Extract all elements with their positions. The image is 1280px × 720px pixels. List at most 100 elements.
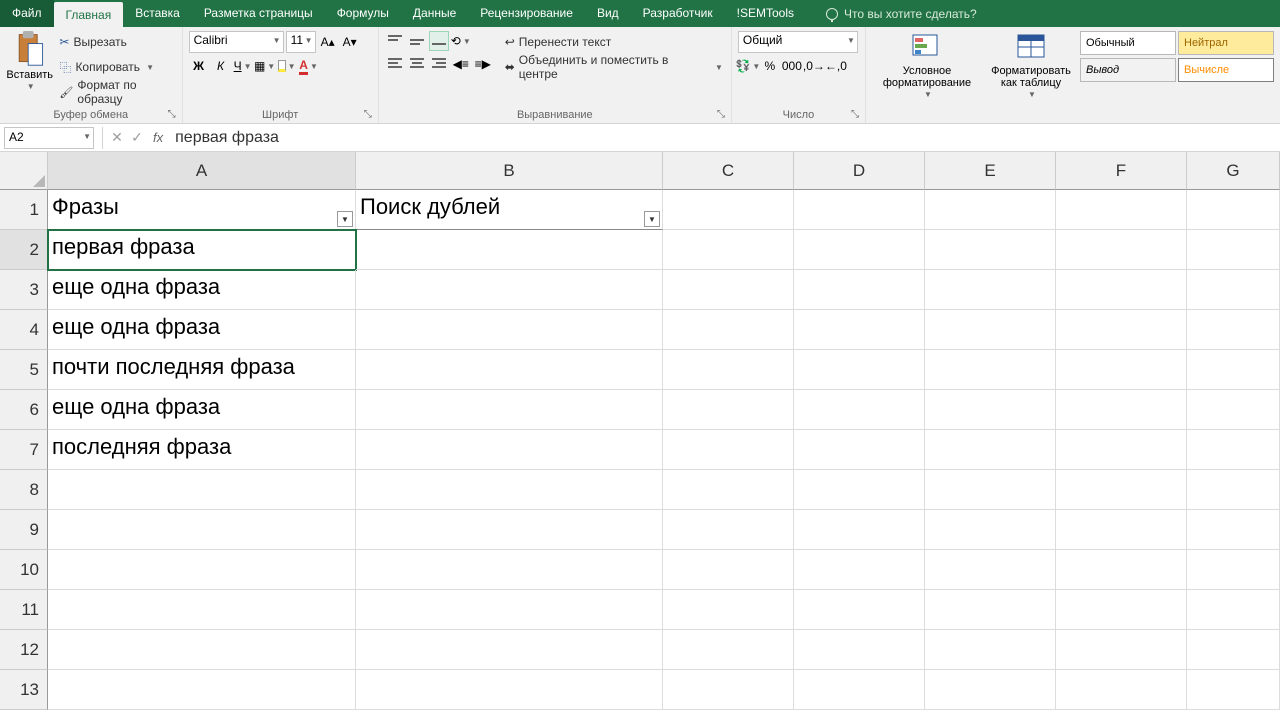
cell-A2[interactable]: первая фраза <box>48 230 356 270</box>
cell-G12[interactable] <box>1187 630 1280 670</box>
cell-F9[interactable] <box>1056 510 1187 550</box>
cell-D13[interactable] <box>794 670 925 710</box>
cell-D3[interactable] <box>794 270 925 310</box>
row-header-5[interactable]: 5 <box>0 350 48 390</box>
cell-B9[interactable] <box>356 510 663 550</box>
cell-E9[interactable] <box>925 510 1056 550</box>
cell-B12[interactable] <box>356 630 663 670</box>
cell-E12[interactable] <box>925 630 1056 670</box>
cell-D1[interactable] <box>794 190 925 230</box>
cell-A12[interactable] <box>48 630 356 670</box>
column-header-F[interactable]: F <box>1056 152 1187 190</box>
row-header-4[interactable]: 4 <box>0 310 48 350</box>
cancel-formula-button[interactable]: ✕ <box>107 129 127 146</box>
cell-F12[interactable] <box>1056 630 1187 670</box>
cell-G8[interactable] <box>1187 470 1280 510</box>
format-painter-button[interactable]: Формат по образцу <box>57 81 175 103</box>
cell-C3[interactable] <box>663 270 794 310</box>
clipboard-dialog-launcher[interactable]: ⤡ <box>168 109 180 121</box>
row-header-1[interactable]: 1 <box>0 190 48 230</box>
cell-B7[interactable] <box>356 430 663 470</box>
cell-C5[interactable] <box>663 350 794 390</box>
italic-button[interactable]: К <box>211 56 231 76</box>
increase-decimal-button[interactable]: ,0→ <box>804 56 824 76</box>
font-name-combo[interactable]: Calibri▼ <box>189 31 284 53</box>
tab-page-layout[interactable]: Разметка страницы <box>192 0 325 27</box>
cell-C7[interactable] <box>663 430 794 470</box>
fill-color-button[interactable]: ▼ <box>277 56 297 76</box>
row-header-6[interactable]: 6 <box>0 390 48 430</box>
bold-button[interactable]: Ж <box>189 56 209 76</box>
row-header-9[interactable]: 9 <box>0 510 48 550</box>
row-header-3[interactable]: 3 <box>0 270 48 310</box>
cell-C12[interactable] <box>663 630 794 670</box>
cell-G7[interactable] <box>1187 430 1280 470</box>
cell-E4[interactable] <box>925 310 1056 350</box>
cell-D7[interactable] <box>794 430 925 470</box>
cell-D10[interactable] <box>794 550 925 590</box>
column-header-B[interactable]: B <box>356 152 663 190</box>
fx-icon[interactable]: fx <box>153 130 163 145</box>
cell-B3[interactable] <box>356 270 663 310</box>
style-neutral[interactable]: Нейтрал <box>1178 31 1274 55</box>
number-dialog-launcher[interactable]: ⤡ <box>851 109 863 121</box>
select-all-corner[interactable] <box>0 152 48 190</box>
row-header-8[interactable]: 8 <box>0 470 48 510</box>
style-output[interactable]: Вывод <box>1080 58 1176 82</box>
cell-D8[interactable] <box>794 470 925 510</box>
cell-D9[interactable] <box>794 510 925 550</box>
cell-E11[interactable] <box>925 590 1056 630</box>
cell-C10[interactable] <box>663 550 794 590</box>
cell-E8[interactable] <box>925 470 1056 510</box>
row-header-10[interactable]: 10 <box>0 550 48 590</box>
percent-button[interactable]: % <box>760 56 780 76</box>
cell-A8[interactable] <box>48 470 356 510</box>
name-box[interactable]: A2▼ <box>4 127 94 149</box>
cell-C8[interactable] <box>663 470 794 510</box>
cell-C6[interactable] <box>663 390 794 430</box>
comma-style-button[interactable]: 000 <box>782 56 802 76</box>
increase-indent-button[interactable]: ≡▶ <box>473 54 493 74</box>
cell-G2[interactable] <box>1187 230 1280 270</box>
cell-D5[interactable] <box>794 350 925 390</box>
accept-formula-button[interactable]: ✓ <box>127 129 147 146</box>
cell-D11[interactable] <box>794 590 925 630</box>
cell-F3[interactable] <box>1056 270 1187 310</box>
cell-G1[interactable] <box>1187 190 1280 230</box>
cell-B1[interactable]: Поиск дублей▼ <box>356 190 663 230</box>
cell-E3[interactable] <box>925 270 1056 310</box>
cell-B11[interactable] <box>356 590 663 630</box>
cell-C2[interactable] <box>663 230 794 270</box>
format-as-table-button[interactable]: Форматировать как таблицу▼ <box>986 31 1076 100</box>
tab-view[interactable]: Вид <box>585 0 631 27</box>
alignment-dialog-launcher[interactable]: ⤡ <box>717 109 729 121</box>
cell-B13[interactable] <box>356 670 663 710</box>
row-header-13[interactable]: 13 <box>0 670 48 710</box>
tab-developer[interactable]: Разработчик <box>631 0 725 27</box>
cell-B2[interactable] <box>356 230 663 270</box>
decrease-indent-button[interactable]: ◀≡ <box>451 54 471 74</box>
cell-D4[interactable] <box>794 310 925 350</box>
cell-A5[interactable]: почти последняя фраза <box>48 350 356 390</box>
tab-formulas[interactable]: Формулы <box>325 0 401 27</box>
row-header-11[interactable]: 11 <box>0 590 48 630</box>
column-header-C[interactable]: C <box>663 152 794 190</box>
filter-button-A[interactable]: ▼ <box>337 211 353 227</box>
tab-home[interactable]: Главная <box>54 2 124 27</box>
cell-B8[interactable] <box>356 470 663 510</box>
cell-B10[interactable] <box>356 550 663 590</box>
align-top-button[interactable] <box>385 31 405 51</box>
tab-data[interactable]: Данные <box>401 0 468 27</box>
cell-C13[interactable] <box>663 670 794 710</box>
cell-F6[interactable] <box>1056 390 1187 430</box>
tab-file[interactable]: Файл <box>0 0 54 27</box>
formula-input[interactable]: первая фраза <box>169 127 1280 149</box>
decrease-decimal-button[interactable]: ←,0 <box>826 56 846 76</box>
cell-E5[interactable] <box>925 350 1056 390</box>
align-middle-button[interactable] <box>407 31 427 51</box>
cell-F2[interactable] <box>1056 230 1187 270</box>
cell-A1[interactable]: Фразы▼ <box>48 190 356 230</box>
cell-E6[interactable] <box>925 390 1056 430</box>
cell-G5[interactable] <box>1187 350 1280 390</box>
decrease-font-button[interactable]: A▾ <box>340 32 360 52</box>
